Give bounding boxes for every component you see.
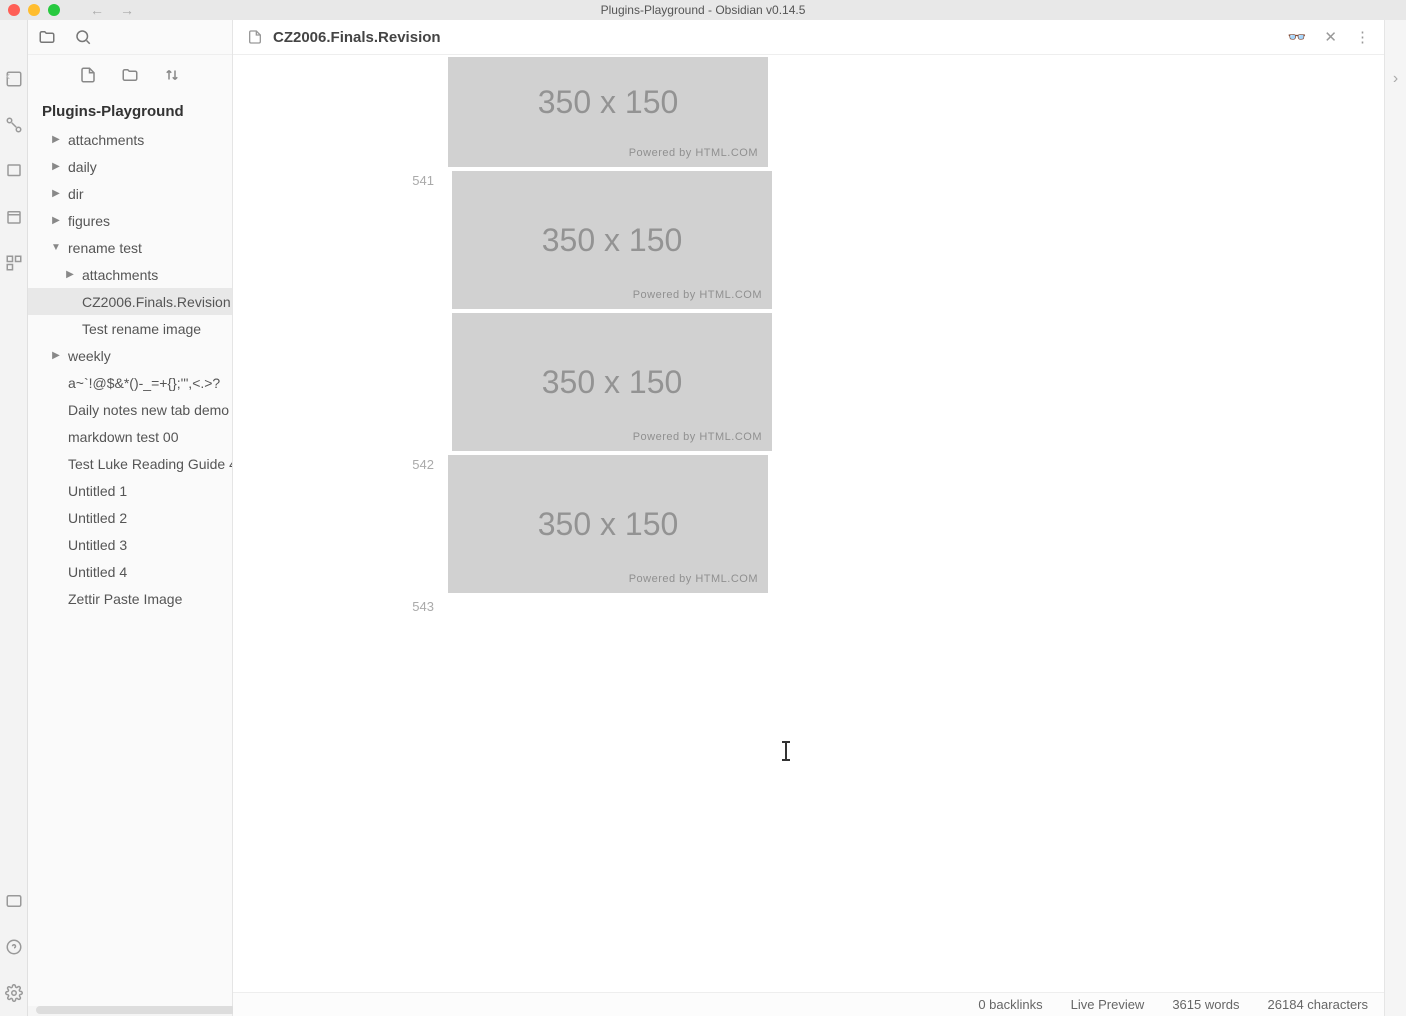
file-daily-notes-demo[interactable]: Daily notes new tab demo	[28, 396, 232, 423]
folder-dir[interactable]: ▶dir	[28, 180, 232, 207]
breadcrumb[interactable]: CZ2006.Finals.Revision	[273, 29, 441, 46]
file-cz2006-finals-revision[interactable]: CZ2006.Finals.Revision	[28, 288, 232, 315]
file-untitled-2[interactable]: Untitled 2	[28, 504, 232, 531]
status-words: 3615 words	[1172, 997, 1239, 1012]
status-mode[interactable]: Live Preview	[1071, 997, 1145, 1012]
editor-body[interactable]: 350 x 150 Powered by HTML.COM 541 350 x …	[233, 55, 1384, 992]
window-controls	[8, 4, 60, 16]
placeholder-image: 350 x 150 Powered by HTML.COM	[448, 455, 768, 593]
folder-attachments[interactable]: ▶attachments	[28, 126, 232, 153]
reading-mode-icon[interactable]: 👓	[1288, 28, 1307, 46]
daily-note-icon[interactable]	[5, 208, 23, 226]
line-number-541: 541	[233, 169, 448, 188]
sort-icon[interactable]	[163, 66, 181, 84]
status-backlinks[interactable]: 0 backlinks	[978, 997, 1042, 1012]
line-number-542: 542	[233, 453, 448, 472]
editor-header: CZ2006.Finals.Revision 👓 ✕ ⋮	[233, 20, 1384, 55]
new-note-icon[interactable]	[79, 66, 97, 84]
window-title: Plugins-Playground - Obsidian v0.14.5	[601, 3, 806, 17]
file-untitled-1[interactable]: Untitled 1	[28, 477, 232, 504]
help-icon[interactable]	[5, 938, 23, 956]
new-folder-icon[interactable]	[121, 66, 139, 84]
graph-icon[interactable]	[5, 116, 23, 134]
sidebar-scrollbar[interactable]	[28, 1006, 232, 1016]
close-window-button[interactable]	[8, 4, 20, 16]
folder-rename-test[interactable]: ▼rename test	[28, 234, 232, 261]
line-number	[233, 55, 448, 59]
maximize-window-button[interactable]	[48, 4, 60, 16]
file-test-luke-reading[interactable]: Test Luke Reading Guide 4	[28, 450, 232, 477]
status-bar: 0 backlinks Live Preview 3615 words 2618…	[233, 992, 1384, 1016]
file-untitled-3[interactable]: Untitled 3	[28, 531, 232, 558]
vault-icon[interactable]	[5, 892, 23, 910]
text-cursor	[785, 743, 787, 759]
file-zettir-paste-image[interactable]: Zettir Paste Image	[28, 585, 232, 612]
nav-forward-icon[interactable]: →	[120, 2, 134, 18]
folder-weekly[interactable]: ▶weekly	[28, 342, 232, 369]
file-markdown-test-00[interactable]: markdown test 00	[28, 423, 232, 450]
canvas-icon[interactable]	[5, 162, 23, 180]
note-icon	[247, 29, 263, 45]
files-tab-icon[interactable]	[38, 28, 56, 46]
right-ribbon: ›	[1384, 20, 1406, 1016]
folder-rename-attachments[interactable]: ▶attachments	[28, 261, 232, 288]
folder-daily[interactable]: ▶daily	[28, 153, 232, 180]
left-ribbon	[0, 20, 28, 1016]
file-tree: ▶attachments ▶daily ▶dir ▶figures ▼renam…	[28, 126, 232, 1006]
placeholder-image: 350 x 150 Powered by HTML.COM	[452, 171, 772, 309]
status-chars: 26184 characters	[1268, 997, 1368, 1012]
file-explorer-sidebar: Plugins-Playground ▶attachments ▶daily ▶…	[28, 20, 233, 1016]
search-tab-icon[interactable]	[74, 28, 92, 46]
template-icon[interactable]	[5, 254, 23, 272]
minimize-window-button[interactable]	[28, 4, 40, 16]
file-test-rename-image[interactable]: Test rename image	[28, 315, 232, 342]
folder-figures[interactable]: ▶figures	[28, 207, 232, 234]
titlebar: ← → Plugins-Playground - Obsidian v0.14.…	[0, 0, 1406, 20]
collapse-left-icon[interactable]: ‹	[6, 68, 10, 83]
nav-back-icon[interactable]: ←	[90, 2, 104, 18]
file-special-chars[interactable]: a~`!@$&*()-_=+{};'",<.>?	[28, 369, 232, 396]
settings-icon[interactable]	[5, 984, 23, 1002]
file-untitled-4[interactable]: Untitled 4	[28, 558, 232, 585]
close-tab-icon[interactable]: ✕	[1324, 28, 1337, 46]
line-number-543: 543	[233, 595, 448, 614]
editor-pane: CZ2006.Finals.Revision 👓 ✕ ⋮ 350 x 150 P…	[233, 20, 1384, 1016]
vault-name: Plugins-Playground	[28, 95, 232, 126]
placeholder-image: 350 x 150 Powered by HTML.COM	[452, 313, 772, 451]
more-options-icon[interactable]: ⋮	[1355, 28, 1370, 46]
placeholder-image: 350 x 150 Powered by HTML.COM	[448, 57, 768, 167]
collapse-right-icon[interactable]: ›	[1393, 70, 1398, 1016]
